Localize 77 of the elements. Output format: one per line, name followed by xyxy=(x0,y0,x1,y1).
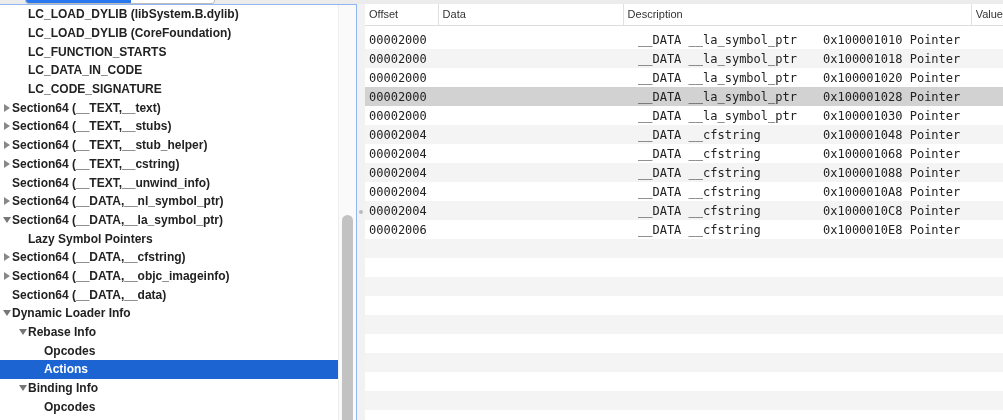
pointer-cell-text: 0x100001088 Pointer xyxy=(823,164,961,182)
tree-item[interactable]: Section64 (__TEXT,__cstring) xyxy=(0,154,338,174)
table-row[interactable]: 00002000 __DATA __la_symbol_ptr 0x100001018 Pointer xyxy=(365,49,1003,68)
triangle-right-icon[interactable] xyxy=(3,103,11,112)
triangle-down-icon[interactable] xyxy=(3,215,11,224)
tree-item[interactable]: Section64 (__TEXT,__stubs) xyxy=(0,117,338,136)
offset-cell-text: 00002000 xyxy=(368,69,428,87)
triangle-down-icon[interactable] xyxy=(3,309,11,318)
offset-cell-text: 00002004 xyxy=(368,202,428,220)
pointer-cell-text: 0x100001020 Pointer xyxy=(823,69,961,87)
tree-item[interactable]: Dynamic Loader Info xyxy=(0,304,338,323)
tree-item[interactable]: Opcodes xyxy=(0,341,338,361)
triangle-right-icon[interactable] xyxy=(3,197,11,206)
offset-cell-text: 00002006 xyxy=(368,221,428,239)
tree-item[interactable]: Rebase Info xyxy=(0,322,338,342)
pointer-cell-text: 0x100001068 Pointer xyxy=(823,145,961,163)
section-cell-text: __DATA __cfstring xyxy=(638,202,762,220)
section-cell-text: __DATA __la_symbol_ptr xyxy=(638,50,798,68)
section-cell-text: __DATA __cfstring xyxy=(638,126,762,144)
tree-item[interactable]: Section64 (__DATA,__objc_imageinfo) xyxy=(0,266,338,286)
column-header[interactable]: Offset xyxy=(365,4,438,25)
scrollbar-thumb[interactable] xyxy=(342,215,353,420)
tree-item[interactable]: Section64 (__TEXT,__stub_helper) xyxy=(0,135,338,155)
tree-item[interactable]: Section64 (__TEXT,__text) xyxy=(0,98,338,118)
triangle-right-icon[interactable] xyxy=(3,253,11,262)
tree-item[interactable]: Opcodes xyxy=(0,397,338,417)
pointer-cell-text: 0x1000010A8 Pointer xyxy=(823,183,961,201)
triangle-right-icon[interactable] xyxy=(3,141,11,150)
pointer-cell-text: 0x100001018 Pointer xyxy=(823,50,961,68)
pointer-cell-text: 0x100001048 Pointer xyxy=(823,126,961,144)
column-header[interactable]: Description xyxy=(622,4,971,25)
table-row[interactable]: 00002004 __DATA __cfstring 0x100001048 Pointer xyxy=(365,125,1003,144)
table-row[interactable]: 00002000 __DATA __la_symbol_ptr 0x100001028 Pointer xyxy=(365,87,1003,106)
tree-item[interactable]: LC_CODE_SIGNATURE xyxy=(0,79,338,99)
triangle-down-icon[interactable] xyxy=(19,384,27,393)
column-header[interactable]: Data xyxy=(437,4,623,25)
section-cell-text: __DATA __la_symbol_ptr xyxy=(638,69,798,87)
offset-cell-text: 00002004 xyxy=(368,126,428,144)
tree-item[interactable]: Section64 (__DATA,__la_symbol_ptr) xyxy=(0,210,338,230)
tree-item[interactable]: LC_LOAD_DYLIB (CoreFoundation) xyxy=(0,23,338,43)
section-cell-text: __DATA __cfstring xyxy=(638,145,762,163)
section-cell-text: __DATA __la_symbol_ptr xyxy=(638,88,798,106)
tree-item[interactable]: LC_FUNCTION_STARTS xyxy=(0,42,338,62)
section-cell-text: __DATA __la_symbol_ptr xyxy=(638,107,798,125)
pointer-cell-text: 0x100001010 Pointer xyxy=(823,31,961,49)
tree-item[interactable]: LC_LOAD_DYLIB (libSystem.B.dylib) xyxy=(0,5,338,24)
tree-item[interactable]: Section64 (__DATA,__nl_symbol_ptr) xyxy=(0,191,338,211)
offset-cell-text: 00002004 xyxy=(368,164,428,182)
split-handle[interactable] xyxy=(359,210,363,214)
triangle-right-icon[interactable] xyxy=(3,122,11,131)
triangle-down-icon[interactable] xyxy=(19,328,27,337)
pointer-cell-text: 0x100001030 Pointer xyxy=(823,107,961,125)
tree-item[interactable]: Section64 (__DATA,__data) xyxy=(0,285,338,304)
pointer-cell-text: 0x1000010C8 Pointer xyxy=(823,202,961,220)
tree-item[interactable]: Actions xyxy=(0,360,338,379)
pointer-cell-text: 0x100001028 Pointer xyxy=(823,88,961,106)
section-cell-text: __DATA __cfstring xyxy=(638,183,762,201)
triangle-right-icon[interactable] xyxy=(3,159,11,168)
offset-cell-text: 00002000 xyxy=(368,50,428,68)
offset-cell-text: 00002004 xyxy=(368,145,428,163)
column-header[interactable]: Value xyxy=(970,4,1003,25)
tree-item[interactable]: Lazy Symbol Pointers xyxy=(0,229,338,248)
section-cell-text: __DATA __la_symbol_ptr xyxy=(638,31,798,49)
pointer-cell-text: 0x1000010E8 Pointer xyxy=(823,221,961,239)
table-row[interactable]: 00002004 __DATA __cfstring 0x100001088 Pointer xyxy=(365,163,1003,182)
triangle-right-icon[interactable] xyxy=(3,271,11,280)
table-row[interactable]: 00002004 __DATA __cfstring 0x1000010C8 Pointer xyxy=(365,201,1003,220)
tree-item[interactable]: Binding Info xyxy=(0,378,338,398)
offset-cell-text: 00002000 xyxy=(368,88,428,106)
tree-item[interactable]: Section64 (__DATA,__cfstring) xyxy=(0,247,338,267)
section-cell-text: __DATA __cfstring xyxy=(638,221,762,239)
offset-cell-text: 00002004 xyxy=(368,183,428,201)
tree-item[interactable]: Section64 (__TEXT,__unwind_info) xyxy=(0,173,338,192)
offset-cell-text: 00002000 xyxy=(368,31,428,49)
section-cell-text: __DATA __cfstring xyxy=(638,164,762,182)
tree-item[interactable]: LC_DATA_IN_CODE xyxy=(0,61,338,80)
offset-cell-text: 00002000 xyxy=(368,107,428,125)
